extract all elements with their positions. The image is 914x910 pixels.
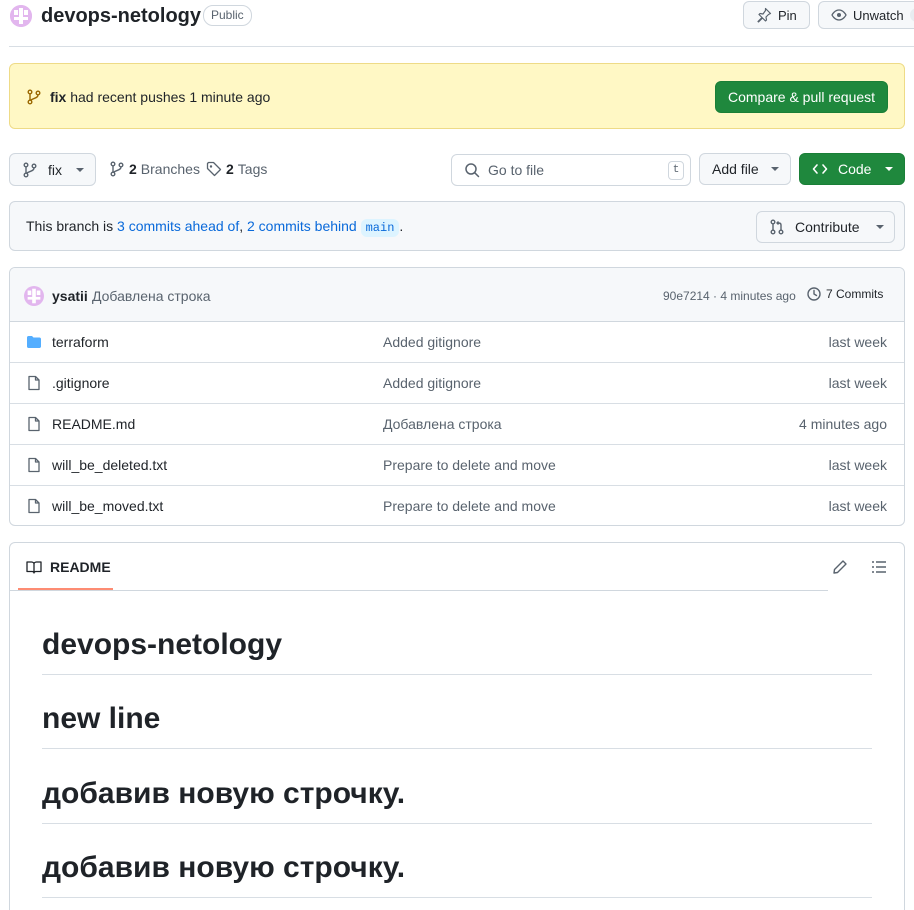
file-name[interactable]: terraform <box>52 334 109 350</box>
file-commit-date: last week <box>828 334 887 350</box>
go-to-file-field[interactable]: t <box>451 154 691 186</box>
unwatch-count: 1 <box>909 8 914 22</box>
file-commit-message[interactable]: Added gitignore <box>383 334 481 350</box>
code-button[interactable]: Code <box>799 153 905 185</box>
branch-selector-button[interactable]: fix <box>9 153 96 186</box>
go-to-file-shortcut: t <box>668 161 684 180</box>
commit-author[interactable]: ysatii <box>52 288 88 304</box>
commit-meta[interactable]: 90e7214 · 4 minutes ago <box>663 289 796 303</box>
tags-label: Tags <box>237 161 268 177</box>
file-commit-message[interactable]: Prepare to delete and move <box>383 457 556 473</box>
file-row[interactable]: will_be_moved.txt Prepare to delete and … <box>10 486 904 525</box>
visibility-badge: Public <box>203 5 252 26</box>
header-divider <box>9 46 914 47</box>
tags-link[interactable]: 2 Tags <box>206 161 267 177</box>
tag-icon <box>206 161 222 177</box>
file-row[interactable]: will_be_deleted.txt Prepare to delete an… <box>10 445 904 486</box>
unwatch-button[interactable]: Unwatch 1 <box>818 1 914 29</box>
chevron-down-icon <box>875 225 884 229</box>
contribute-label: Contribute <box>795 219 860 235</box>
tags-count: 2 <box>226 161 234 177</box>
pushed-branch-name[interactable]: fix <box>50 89 66 105</box>
file-icon <box>26 416 42 435</box>
contribute-button[interactable]: Contribute <box>756 211 895 243</box>
heading-divider <box>42 823 872 824</box>
branch-icon <box>110 161 124 177</box>
file-name[interactable]: .gitignore <box>52 375 110 391</box>
edit-pencil-icon[interactable] <box>832 559 848 575</box>
readme-heading-3: добавив новую строчку. <box>42 777 406 810</box>
recent-push-message: had recent pushes 1 minute ago <box>66 89 271 105</box>
history-icon <box>807 287 821 301</box>
commits-behind-link[interactable]: 2 commits behind <box>247 218 357 234</box>
commit-author-avatar[interactable] <box>24 286 44 306</box>
base-branch-pill[interactable]: main <box>360 219 400 237</box>
code-icon <box>812 164 828 174</box>
file-commit-message[interactable]: Added gitignore <box>383 375 481 391</box>
branch-icon <box>23 162 37 177</box>
commits-history-link[interactable]: 7 Commits <box>806 286 883 302</box>
branch-status-text: This branch is 3 commits ahead of, 2 com… <box>26 218 404 237</box>
file-row[interactable]: README.md Добавлена строка 4 minutes ago <box>10 404 904 445</box>
heading-divider <box>42 897 872 898</box>
latest-commit-bar: ysatii Добавлена строка 90e7214 · 4 minu… <box>10 268 904 322</box>
readme-heading-2: new line <box>42 702 161 735</box>
pin-icon <box>757 7 772 23</box>
file-icon <box>26 375 42 394</box>
readme-tab-label: README <box>50 559 111 575</box>
outline-list-icon[interactable] <box>871 559 887 575</box>
eye-icon <box>831 9 847 21</box>
readme-heading-1: devops-netology <box>42 628 283 661</box>
pull-request-icon <box>770 219 784 235</box>
readme-tab[interactable]: README <box>26 559 111 575</box>
chevron-down-icon <box>885 167 894 171</box>
file-commit-date: last week <box>828 498 887 514</box>
file-row[interactable]: .gitignore Added gitignore last week <box>10 363 904 404</box>
readme-header-divider <box>10 590 828 591</box>
search-icon <box>465 163 480 178</box>
heading-divider <box>42 748 872 749</box>
repo-name-link[interactable]: devops-netology <box>41 5 201 28</box>
file-row[interactable]: terraform Added gitignore last week <box>10 322 904 363</box>
current-branch-label: fix <box>48 161 62 178</box>
pin-label: Pin <box>778 7 797 23</box>
heading-divider <box>42 674 872 675</box>
readme-heading-4: добавив новую строчку. <box>42 851 406 884</box>
add-file-button[interactable]: Add file <box>699 153 791 185</box>
branch-status-suffix: . <box>399 218 404 234</box>
file-icon <box>26 498 42 517</box>
branch-status-separator: , <box>239 218 247 234</box>
book-icon <box>26 561 42 574</box>
folder-icon <box>26 334 42 353</box>
file-commit-date: last week <box>828 375 887 391</box>
commits-ahead-link[interactable]: 3 commits ahead of <box>117 218 239 234</box>
file-commit-message[interactable]: Добавлена строка <box>383 416 502 432</box>
branches-label: Branches <box>140 161 200 177</box>
file-name[interactable]: will_be_deleted.txt <box>52 457 167 473</box>
commit-message[interactable]: Добавлена строка <box>92 288 211 304</box>
add-file-label: Add file <box>712 161 759 177</box>
chevron-down-icon <box>770 167 779 171</box>
branch-icon <box>27 89 41 105</box>
file-commit-date: 4 minutes ago <box>799 416 887 432</box>
commits-count-label: 7 Commits <box>826 287 884 301</box>
go-to-file-input[interactable] <box>488 162 658 178</box>
code-label: Code <box>838 161 872 177</box>
compare-pull-request-button[interactable]: Compare & pull request <box>715 81 888 113</box>
repo-owner-avatar[interactable] <box>10 5 32 27</box>
file-commit-message[interactable]: Prepare to delete and move <box>383 498 556 514</box>
pin-button[interactable]: Pin <box>743 1 810 29</box>
branches-count: 2 <box>129 161 137 177</box>
file-icon <box>26 457 42 476</box>
chevron-down-icon <box>76 167 84 172</box>
recent-push-text: fix had recent pushes 1 minute ago <box>50 89 270 105</box>
file-name[interactable]: will_be_moved.txt <box>52 498 163 514</box>
branches-link[interactable]: 2 Branches <box>109 161 200 177</box>
file-table: ysatii Добавлена строка 90e7214 · 4 minu… <box>9 267 905 526</box>
file-name[interactable]: README.md <box>52 416 135 432</box>
file-commit-date: last week <box>828 457 887 473</box>
branch-status-prefix: This branch is <box>26 218 118 234</box>
unwatch-label: Unwatch <box>853 7 904 23</box>
